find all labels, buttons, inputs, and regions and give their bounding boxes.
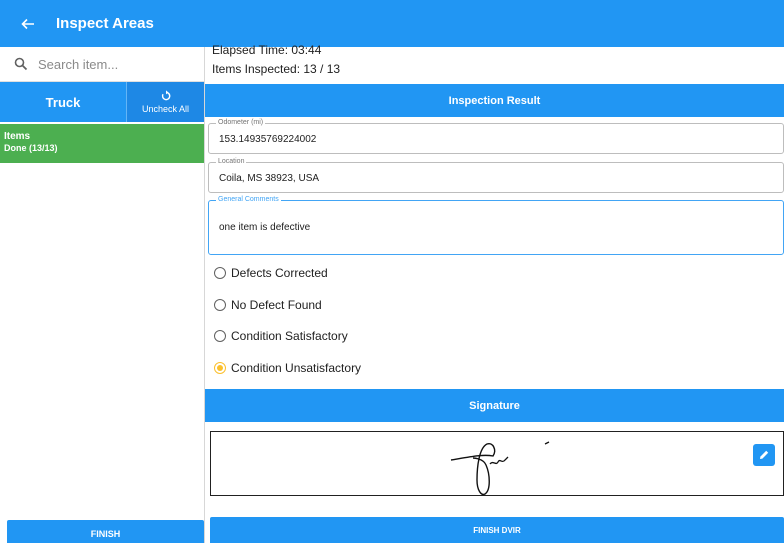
category-tabs: Truck Uncheck All: [0, 82, 204, 122]
option-label: Defects Corrected: [231, 266, 328, 280]
option-defects-corrected[interactable]: Defects Corrected: [214, 264, 328, 282]
back-button[interactable]: [8, 0, 48, 47]
pencil-icon: [760, 450, 769, 459]
general-comments-field[interactable]: General Comments one item is defective: [208, 196, 784, 255]
signature-drawing: [450, 441, 550, 496]
finish-button[interactable]: FINISH: [7, 520, 204, 543]
option-no-defect-found[interactable]: No Defect Found: [214, 296, 322, 314]
elapsed-time: Elapsed Time: 03:44: [212, 43, 322, 57]
search-icon: [14, 57, 28, 71]
search-input[interactable]: [38, 56, 188, 72]
option-condition-satisfactory[interactable]: Condition Satisfactory: [214, 327, 348, 345]
tab-truck[interactable]: Truck: [0, 82, 126, 122]
page-title: Inspect Areas: [56, 15, 154, 32]
item-title: Items: [4, 131, 31, 142]
uncheck-all-button[interactable]: Uncheck All: [126, 82, 204, 122]
option-label: Condition Satisfactory: [231, 329, 348, 343]
odometer-value: 153.14935769224002: [219, 134, 317, 145]
general-comments-value: one item is defective: [219, 222, 311, 233]
location-label: Location: [216, 158, 247, 166]
items-inspected: Items Inspected: 13 / 13: [212, 62, 341, 76]
left-panel: Truck Uncheck All Items Done (13/13) FIN…: [0, 47, 204, 543]
odometer-field[interactable]: Odometer (mi) 153.14935769224002: [208, 119, 784, 154]
right-panel: Elapsed Time: 03:44 Items Inspected: 13 …: [205, 43, 784, 543]
item-status: Done (13/13): [4, 143, 58, 153]
finish-dvir-button[interactable]: FINISH DVIR: [210, 517, 784, 543]
option-label: Condition Unsatisfactory: [231, 361, 362, 375]
tab-truck-label: Truck: [45, 94, 81, 110]
odometer-label: Odometer (mi): [216, 119, 266, 127]
inspection-result-header: Inspection Result: [205, 84, 784, 117]
edit-signature-button[interactable]: [753, 444, 775, 466]
refresh-icon: [160, 90, 172, 102]
radio-button[interactable]: [214, 267, 226, 279]
search-bar: [0, 47, 204, 82]
uncheck-all-label: Uncheck All: [141, 104, 190, 114]
signature-pad[interactable]: [210, 431, 784, 496]
location-field[interactable]: Location Coila, MS 38923, USA: [208, 158, 784, 193]
location-value: Coila, MS 38923, USA: [219, 173, 320, 184]
general-comments-label: General Comments: [216, 196, 281, 204]
app-bar: Inspect Areas: [0, 0, 784, 47]
radio-button[interactable]: [214, 299, 226, 311]
radio-button[interactable]: [214, 330, 226, 342]
list-item[interactable]: Items Done (13/13): [0, 124, 204, 163]
option-label: No Defect Found: [231, 298, 322, 312]
radio-button-selected[interactable]: [214, 362, 226, 374]
signature-header: Signature: [205, 389, 784, 422]
arrow-left-icon: [21, 18, 34, 29]
option-condition-unsatisfactory[interactable]: Condition Unsatisfactory: [214, 359, 361, 377]
